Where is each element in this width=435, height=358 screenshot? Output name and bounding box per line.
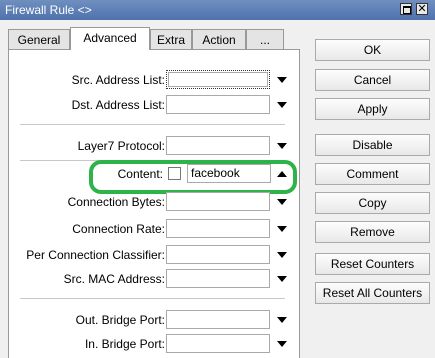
apply-button[interactable]: Apply — [315, 98, 430, 120]
title-bar: Firewall Rule <> ✕ — [0, 0, 435, 20]
dropdown-arrow-icon[interactable] — [277, 276, 287, 282]
src-mac-address-label: Src. MAC Address: — [63, 272, 165, 286]
reset-counters-button[interactable]: Reset Counters — [315, 253, 430, 275]
connection-rate-field[interactable] — [166, 219, 270, 238]
ok-button[interactable]: OK — [315, 39, 430, 61]
dropdown-arrow-icon[interactable] — [277, 102, 287, 108]
src-mac-address-field[interactable] — [166, 269, 270, 288]
out-bridge-port-label: Out. Bridge Port: — [75, 313, 165, 327]
tab-advanced[interactable]: Advanced — [70, 27, 150, 50]
tab-more[interactable]: ... — [246, 29, 284, 50]
dropdown-arrow-icon[interactable] — [277, 199, 287, 205]
in-bridge-port-field[interactable] — [166, 334, 270, 353]
remove-button[interactable]: Remove — [315, 221, 430, 243]
reset-all-counters-button[interactable]: Reset All Counters — [315, 282, 430, 304]
layer7-protocol-field[interactable] — [166, 136, 270, 155]
in-bridge-port-label: In. Bridge Port: — [84, 337, 165, 351]
layer7-protocol-label: Layer7 Protocol: — [77, 139, 165, 153]
connection-bytes-label: Connection Bytes: — [67, 195, 165, 209]
dst-address-list-label: Dst. Address List: — [71, 98, 165, 112]
per-connection-classifier-label: Per Connection Classifier: — [26, 248, 165, 262]
separator — [20, 298, 285, 299]
dropdown-arrow-icon[interactable] — [277, 143, 287, 149]
dst-address-list-field[interactable] — [166, 95, 270, 114]
separator — [20, 124, 285, 125]
connection-rate-label: Connection Rate: — [72, 222, 165, 236]
tab-extra[interactable]: Extra — [150, 29, 192, 50]
src-address-list-label: Src. Address List: — [71, 73, 165, 87]
disable-button[interactable]: Disable — [315, 134, 430, 156]
tab-general[interactable]: General — [8, 29, 70, 50]
tab-action[interactable]: Action — [192, 29, 246, 50]
cancel-button[interactable]: Cancel — [315, 69, 430, 91]
content-highlight — [89, 160, 297, 194]
dropdown-arrow-icon[interactable] — [277, 226, 287, 232]
maximize-icon[interactable] — [400, 3, 412, 15]
comment-button[interactable]: Comment — [315, 163, 430, 185]
dropdown-arrow-icon[interactable] — [277, 252, 287, 258]
connection-bytes-field[interactable] — [166, 192, 270, 211]
dropdown-arrow-icon[interactable] — [277, 317, 287, 323]
src-address-list-field[interactable] — [166, 70, 270, 89]
out-bridge-port-field[interactable] — [166, 310, 270, 329]
per-connection-classifier-field[interactable] — [166, 245, 270, 264]
copy-button[interactable]: Copy — [315, 192, 430, 214]
close-icon[interactable]: ✕ — [416, 3, 428, 15]
dropdown-arrow-icon[interactable] — [277, 341, 287, 347]
dropdown-arrow-icon[interactable] — [277, 77, 287, 83]
window-title: Firewall Rule <> — [5, 3, 92, 17]
